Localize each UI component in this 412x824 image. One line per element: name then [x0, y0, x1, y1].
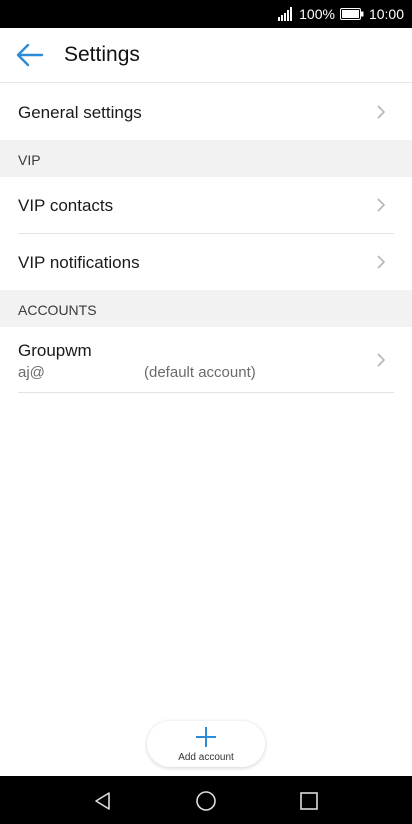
back-arrow-icon[interactable] — [14, 41, 46, 69]
battery-percent: 100% — [299, 6, 335, 22]
divider — [18, 392, 394, 393]
default-account-note: (default account) — [144, 364, 256, 381]
account-name: Groupwm — [18, 341, 92, 360]
plus-icon — [196, 727, 216, 747]
chevron-right-icon — [377, 255, 386, 269]
recents-square-icon[interactable] — [298, 790, 320, 812]
vip-section-header: VIP — [0, 140, 412, 177]
battery-icon — [339, 8, 364, 20]
accounts-header-label: ACCOUNTS — [18, 302, 97, 318]
add-account-button[interactable]: Add account — [147, 721, 265, 767]
navigation-bar — [0, 776, 412, 824]
back-triangle-icon[interactable] — [92, 790, 114, 812]
vip-contacts-row[interactable]: VIP contacts — [0, 177, 412, 233]
vip-notifications-row[interactable]: VIP notifications — [0, 234, 412, 290]
general-settings-label: General settings — [18, 103, 142, 122]
chevron-right-icon — [377, 353, 386, 367]
chevron-right-icon — [377, 105, 386, 119]
signal-icon — [278, 7, 293, 21]
clock: 10:00 — [368, 6, 404, 22]
home-circle-icon[interactable] — [195, 790, 217, 812]
vip-header-label: VIP — [18, 152, 41, 168]
accounts-section-header: ACCOUNTS — [0, 290, 412, 327]
account-row[interactable]: Groupwm aj@ (default account) — [0, 327, 412, 392]
add-account-label: Add account — [178, 752, 234, 763]
general-settings-row[interactable]: General settings — [0, 84, 412, 140]
account-email: aj@ — [18, 364, 45, 381]
vip-contacts-label: VIP contacts — [18, 196, 114, 215]
app-bar: Settings — [0, 28, 412, 83]
page-title: Settings — [64, 43, 140, 66]
status-bar: 100% 10:00 — [0, 0, 412, 28]
chevron-right-icon — [377, 198, 386, 212]
vip-notifications-label: VIP notifications — [18, 253, 140, 272]
